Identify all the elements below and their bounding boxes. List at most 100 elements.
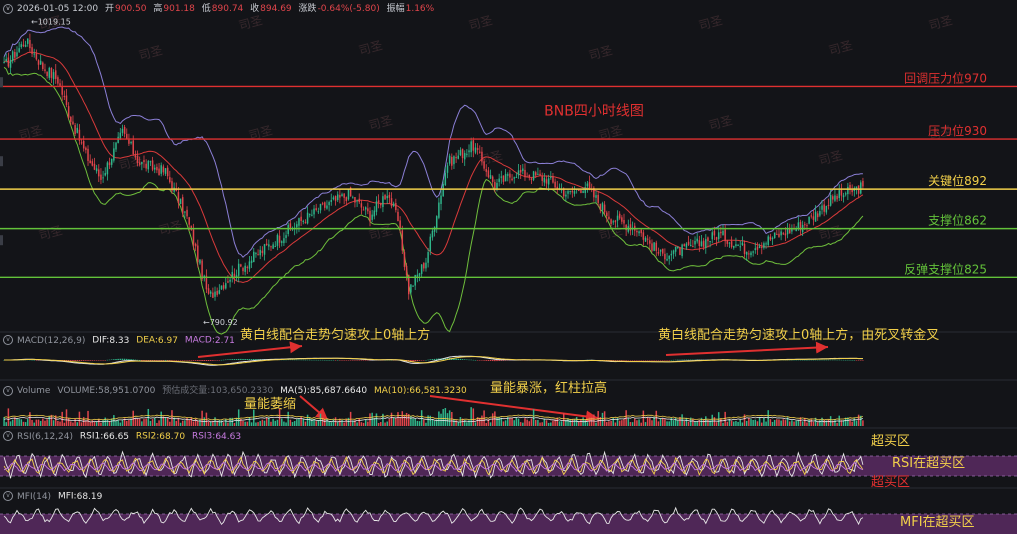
- candle-body: [595, 195, 597, 198]
- volume-bar: [121, 419, 124, 426]
- macd-histogram-bar: [496, 360, 498, 362]
- header-low: 890.74: [211, 4, 244, 14]
- macd-histogram-bar: [352, 360, 354, 361]
- candle-body: [306, 212, 309, 224]
- header-low-label: 低: [201, 4, 211, 14]
- candle-body: [201, 260, 203, 279]
- volume-bar: [849, 419, 851, 426]
- volume-bar: [479, 418, 481, 426]
- candle-body: [181, 197, 184, 214]
- volume-bar: [466, 422, 468, 426]
- volume-bar: [683, 421, 686, 426]
- macd-histogram-bar: [319, 359, 322, 361]
- volume-bar: [692, 418, 694, 426]
- macd-histogram-bar: [472, 359, 475, 361]
- macd-histogram-bar: [175, 360, 178, 361]
- collapse-icon[interactable]: v: [3, 3, 13, 14]
- volume-bar: [758, 417, 761, 426]
- macd-histogram-bar: [360, 360, 363, 361]
- volume-bar: [425, 422, 427, 426]
- macd-histogram-bar: [825, 359, 828, 361]
- volume-bar: [119, 422, 122, 426]
- candle-body: [22, 44, 25, 47]
- candle-body: [610, 219, 612, 224]
- candle-body: [756, 246, 759, 250]
- macd-histogram-bar: [844, 359, 847, 361]
- volume-bar: [272, 419, 274, 426]
- macd-histogram-bar: [130, 359, 132, 360]
- macd-histogram-bar: [679, 359, 681, 361]
- candle-body: [304, 222, 307, 224]
- macd-histogram-bar: [481, 360, 483, 361]
- macd-histogram-bar: [222, 359, 225, 361]
- candle-body: [367, 208, 369, 212]
- volume-bar: [638, 419, 640, 426]
- macd-header: v MACD(12,26,9) DIF:8.33 DEA:6.97 MACD:2.…: [3, 335, 239, 346]
- candle-body: [806, 225, 808, 227]
- candle-body: [677, 247, 679, 249]
- candle-body: [547, 178, 550, 185]
- macd-histogram-bar: [164, 359, 167, 361]
- macd-histogram-bar: [151, 360, 154, 361]
- watermark-text: 司圣: [367, 223, 394, 243]
- volume-bar: [627, 418, 630, 426]
- macd-histogram-bar: [801, 359, 804, 361]
- candle-body: [836, 195, 838, 200]
- candle-body: [543, 177, 546, 183]
- ohlc-header: v 2026-01-05 12:00 开900.50 高901.18 低890.7…: [3, 1, 438, 14]
- watermark-text: 司圣: [927, 13, 954, 33]
- collapse-icon[interactable]: v: [3, 385, 13, 396]
- header-open-label: 开: [104, 4, 114, 14]
- macd-histogram-bar: [145, 360, 147, 361]
- macd-histogram-bar: [134, 359, 137, 361]
- volume-bar: [289, 419, 292, 426]
- volume-bar: [733, 421, 735, 426]
- volume-annotation-1: 量能萎缩: [244, 396, 296, 412]
- candle-body: [608, 216, 610, 219]
- candle-body: [453, 156, 455, 165]
- candle-body: [522, 168, 524, 171]
- macd-histogram-bar: [70, 360, 72, 361]
- candle-body: [119, 132, 122, 139]
- macd-name: MACD(12,26,9): [17, 335, 86, 346]
- volume-bar: [98, 418, 100, 426]
- collapse-icon[interactable]: v: [3, 431, 13, 441]
- macd-histogram-bar: [153, 360, 156, 361]
- macd-histogram-bar: [98, 360, 100, 361]
- macd-histogram-bar: [237, 358, 240, 360]
- collapse-icon[interactable]: v: [3, 491, 13, 501]
- candle-body: [855, 186, 858, 189]
- volume-bar: [3, 417, 5, 426]
- macd-histogram-bar: [634, 360, 636, 361]
- volume-bar: [108, 421, 111, 426]
- candle-body: [315, 208, 317, 210]
- macd-histogram-bar: [474, 359, 477, 361]
- volume-bar: [302, 418, 305, 426]
- volume-arrow-2: [429, 395, 599, 423]
- candle-body: [126, 133, 128, 140]
- volume-bar: [296, 419, 298, 426]
- candle-body: [674, 246, 677, 252]
- candle-body: [748, 253, 750, 255]
- macd-histogram-bar: [76, 360, 79, 361]
- collapse-icon[interactable]: v: [3, 335, 13, 345]
- macd-histogram-bar: [229, 359, 231, 360]
- macd-histogram-bar: [840, 359, 843, 361]
- candle-body: [819, 211, 821, 216]
- macd-histogram-bar: [674, 359, 677, 361]
- macd-histogram-bar: [649, 360, 651, 361]
- candle-body: [298, 218, 300, 226]
- volume-bar: [343, 422, 345, 426]
- candle-body: [739, 246, 741, 248]
- macd-histogram-bar: [177, 360, 180, 361]
- rsi1-value: 66.65: [103, 431, 130, 442]
- macd-histogram-bar: [336, 359, 339, 361]
- candle-body: [85, 147, 87, 151]
- volume-bar: [324, 418, 326, 426]
- candle-body: [498, 178, 500, 182]
- volume-bar: [356, 422, 358, 426]
- macd-histogram-bar: [420, 360, 423, 361]
- candle-body: [741, 242, 744, 246]
- candle-body: [388, 194, 391, 198]
- candle-body: [143, 160, 145, 163]
